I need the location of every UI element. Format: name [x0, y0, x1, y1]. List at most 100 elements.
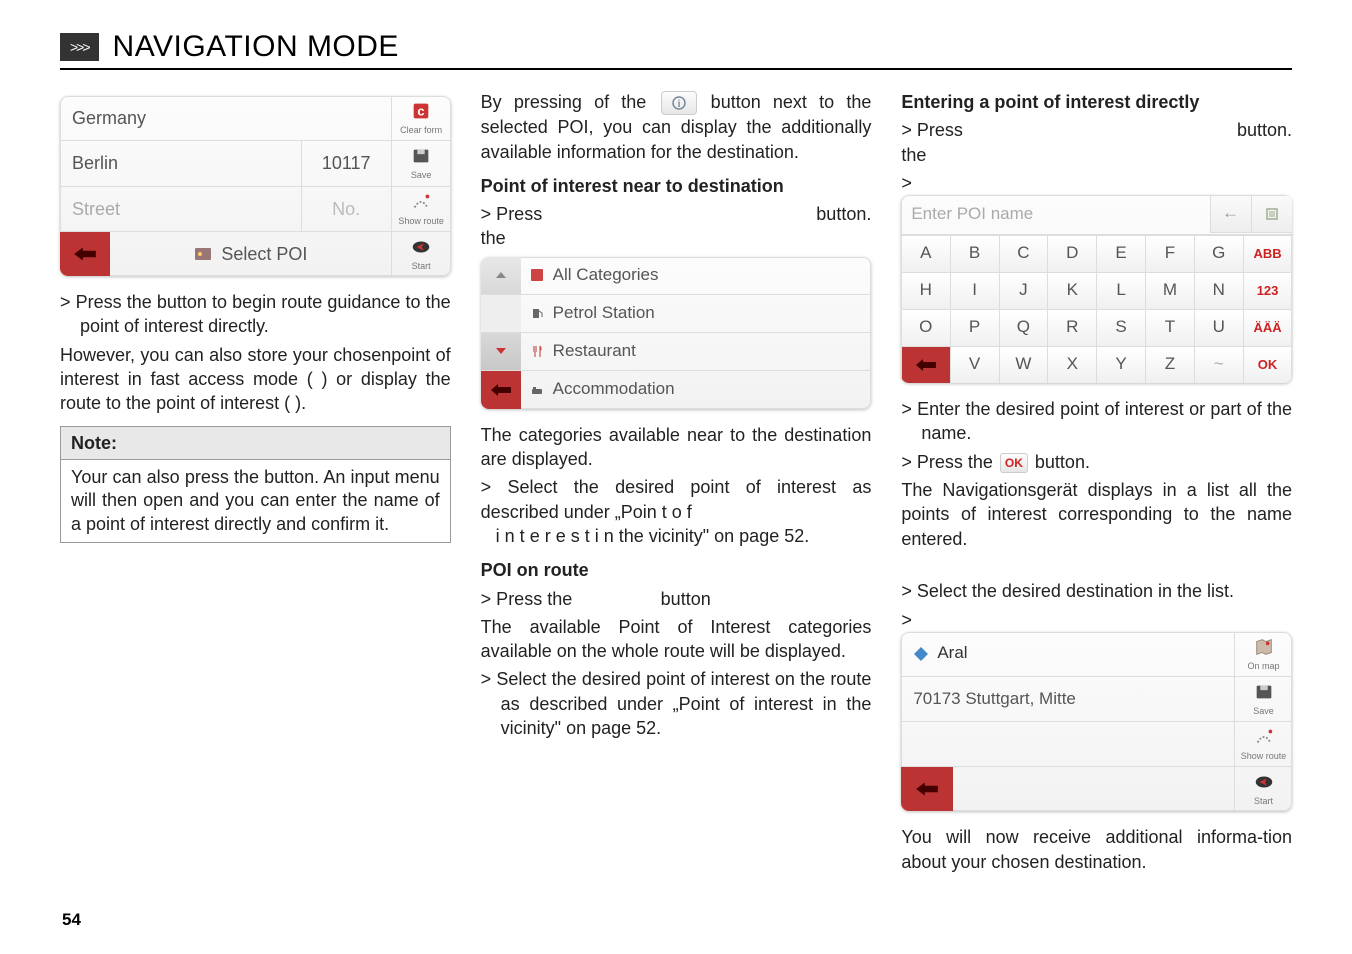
ok-label: OK	[1005, 455, 1023, 471]
key-123[interactable]: 123	[1243, 272, 1292, 310]
key-w[interactable]: W	[999, 346, 1049, 384]
text-gt2: >	[901, 608, 1292, 632]
category-petrol[interactable]: Petrol Station	[553, 302, 872, 325]
backspace-key[interactable]: ←	[1210, 195, 1252, 233]
key-abb[interactable]: ABB	[1243, 235, 1292, 273]
key-p[interactable]: P	[950, 309, 1000, 347]
dest-show-route-button[interactable]: Show route	[1234, 722, 1292, 766]
info-inline-button[interactable]: i	[661, 91, 697, 115]
accommodation-icon	[521, 383, 553, 397]
dest-save-button[interactable]: Save	[1234, 677, 1292, 721]
restaurant-icon	[521, 344, 553, 358]
scroll-down-button[interactable]	[481, 333, 521, 370]
text-categories-displayed: The categories available near to the des…	[481, 423, 872, 472]
text-additional-info: You will now receive additional informa-…	[901, 825, 1292, 874]
key-c[interactable]: C	[999, 235, 1049, 273]
column-3: Entering a point of interest directly > …	[901, 90, 1292, 878]
key-b[interactable]: B	[950, 235, 1000, 273]
ok-inline-button[interactable]: OK	[1000, 453, 1028, 473]
text-press-near: > Press thebutton.	[481, 202, 872, 251]
text-select-poi-near: > Select the desired point of interest a…	[481, 475, 872, 548]
dest-start-button[interactable]: Start	[1234, 767, 1292, 811]
route-icon	[1253, 726, 1275, 748]
start-button[interactable]: Start	[391, 232, 451, 276]
on-map-button[interactable]: On map	[1234, 632, 1292, 676]
key-d[interactable]: D	[1047, 235, 1097, 273]
key-ok[interactable]: OK	[1243, 346, 1292, 384]
clear-icon: c	[410, 100, 432, 122]
poi-diamond-icon	[913, 646, 929, 662]
keyboard-back-button[interactable]	[901, 346, 950, 384]
heading-poi-on-route: POI on route	[481, 558, 872, 582]
key-y[interactable]: Y	[1096, 346, 1146, 384]
key-space[interactable]: ~	[1194, 346, 1244, 384]
poi-name-input[interactable]: Enter POI name	[901, 195, 1210, 234]
text-store-poi: However, you can also store your chosenp…	[60, 343, 451, 416]
street-field[interactable]: Street	[60, 187, 301, 231]
key-umlaut[interactable]: ÄÄÄ	[1243, 309, 1292, 347]
text-gt: >	[901, 171, 1292, 195]
city-field[interactable]: Berlin	[60, 141, 301, 185]
category-accommodation[interactable]: Accommodation	[553, 378, 872, 401]
house-number-field[interactable]: No.	[301, 187, 391, 231]
text-press-begin: > Press the button to begin route guidan…	[60, 290, 451, 339]
svg-text:i: i	[677, 99, 680, 110]
key-j[interactable]: J	[999, 272, 1049, 310]
text-press-onroute: > Press thebutton	[481, 587, 872, 611]
text-enter-poi: > Enter the desired point of interest or…	[901, 397, 1292, 446]
page-number: 54	[62, 910, 81, 930]
key-a[interactable]: A	[901, 235, 950, 273]
key-q[interactable]: Q	[999, 309, 1049, 347]
page-title: NAVIGATION MODE	[113, 30, 399, 64]
text-press-enter: > Press thebutton.	[901, 118, 1292, 167]
show-route-button[interactable]: Show route	[391, 187, 451, 231]
column-1: Germany c Clear form Berlin 10117 Save S…	[60, 90, 451, 878]
dest-back-button[interactable]	[901, 767, 953, 811]
key-o[interactable]: O	[901, 309, 950, 347]
postal-field[interactable]: 10117	[301, 141, 391, 185]
key-l[interactable]: L	[1096, 272, 1146, 310]
category-restaurant[interactable]: Restaurant	[553, 340, 872, 363]
destination-detail-screenshot: Aral On map 70173 Stuttgart, Mitte Save	[901, 632, 1292, 812]
back-button[interactable]	[60, 232, 110, 276]
back-arrow-icon	[914, 779, 940, 799]
key-f[interactable]: F	[1145, 235, 1195, 273]
key-m[interactable]: M	[1145, 272, 1195, 310]
key-h[interactable]: H	[901, 272, 950, 310]
note-heading: Note:	[60, 426, 451, 459]
key-z[interactable]: Z	[1145, 346, 1195, 384]
key-s[interactable]: S	[1096, 309, 1146, 347]
select-poi-button[interactable]: Select POI	[110, 232, 391, 276]
key-k[interactable]: K	[1047, 272, 1097, 310]
list-key[interactable]	[1251, 195, 1293, 233]
key-n[interactable]: N	[1194, 272, 1244, 310]
destination-name-row[interactable]: Aral	[901, 632, 1234, 675]
key-g[interactable]: G	[1194, 235, 1244, 273]
scroll-up-button[interactable]	[481, 257, 521, 294]
country-field[interactable]: Germany	[60, 96, 391, 140]
text-press-ok: > Press the OK button.	[901, 450, 1292, 474]
back-arrow-icon	[72, 244, 98, 264]
key-v[interactable]: V	[950, 346, 1000, 384]
key-e[interactable]: E	[1096, 235, 1146, 273]
destination-blank2	[953, 779, 1234, 799]
category-back-button[interactable]	[481, 371, 521, 409]
key-u[interactable]: U	[1194, 309, 1244, 347]
chevron-down-icon	[493, 343, 509, 359]
save-icon	[1253, 681, 1275, 703]
list-icon	[1264, 206, 1280, 222]
text-route-categories: The available Point of Interest categori…	[481, 615, 872, 664]
save-button[interactable]: Save	[391, 141, 451, 185]
key-t[interactable]: T	[1145, 309, 1195, 347]
clear-form-button[interactable]: c Clear form	[391, 96, 451, 140]
route-icon	[410, 191, 432, 213]
start-icon	[1253, 771, 1275, 793]
save-icon	[410, 145, 432, 167]
key-x[interactable]: X	[1047, 346, 1097, 384]
category-all[interactable]: All Categories	[553, 264, 872, 287]
key-r[interactable]: R	[1047, 309, 1097, 347]
note-body: Your can also press the button. An input…	[60, 459, 451, 543]
key-i[interactable]: I	[950, 272, 1000, 310]
text-list-displayed: The Navigationsgerät displays in a list …	[901, 478, 1292, 551]
svg-text:c: c	[418, 104, 425, 119]
